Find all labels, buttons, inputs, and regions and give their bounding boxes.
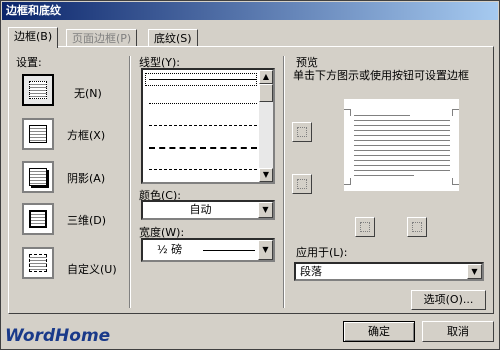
- shadow-border-icon: [29, 168, 47, 186]
- wordhome-logo: WordHome: [5, 326, 111, 346]
- chevron-down-icon[interactable]: ▼: [258, 202, 273, 218]
- line-dotted[interactable]: [149, 103, 257, 104]
- setting-3d-label: 三维(D): [67, 214, 107, 227]
- setting-custom-button[interactable]: [22, 247, 54, 279]
- options-button[interactable]: 选项(O)...: [411, 290, 486, 310]
- preview-area[interactable]: [344, 99, 459, 191]
- preview-hint: 单击下方图示或使用按钮可设置边框: [293, 69, 469, 82]
- no-border-icon: [29, 81, 47, 99]
- left-border-button[interactable]: [355, 217, 375, 237]
- tab-shading[interactable]: 底纹(S): [148, 29, 198, 47]
- separator-right: [283, 56, 285, 308]
- settings-heading: 设置:: [16, 56, 42, 69]
- line-dash-dot[interactable]: [149, 125, 257, 126]
- right-border-icon: [412, 222, 422, 232]
- separator-left: [129, 56, 131, 308]
- box-border-icon: [29, 125, 47, 143]
- scroll-thumb[interactable]: [259, 84, 273, 102]
- setting-3d-button[interactable]: [22, 203, 54, 235]
- setting-none-label: 无(N): [74, 87, 102, 100]
- apply-to-value: 段落: [300, 265, 322, 278]
- apply-to-label: 应用于(L):: [296, 246, 348, 259]
- tab-page-border: 页面边框(P): [66, 29, 138, 47]
- line-style-list[interactable]: ▲ ▼: [141, 68, 275, 184]
- top-border-icon: [297, 127, 307, 137]
- setting-none-button[interactable]: [22, 74, 54, 106]
- line-solid[interactable]: [149, 79, 257, 80]
- borders-and-shading-dialog: 边框和底纹 边框(B) 页面边框(P) 底纹(S) 设置: 无(N) 方框(X)…: [0, 0, 500, 350]
- setting-shadow-button[interactable]: [22, 161, 54, 193]
- color-dropdown[interactable]: 自动 ▼: [141, 200, 275, 220]
- custom-border-icon: [29, 254, 47, 272]
- right-border-button[interactable]: [407, 217, 427, 237]
- setting-custom-label: 自定义(U): [67, 263, 117, 276]
- ok-button[interactable]: 确定: [343, 321, 415, 342]
- left-border-icon: [360, 222, 370, 232]
- setting-box-button[interactable]: [22, 118, 54, 150]
- bottom-border-button[interactable]: [292, 174, 312, 194]
- color-value: 自动: [189, 203, 212, 216]
- bottom-border-icon: [297, 179, 307, 189]
- width-dropdown[interactable]: ½ 磅 ▼: [141, 238, 275, 262]
- width-line-sample: [203, 250, 255, 251]
- line-style-scrollbar[interactable]: ▲ ▼: [259, 70, 273, 182]
- dialog-title: 边框和底纹: [2, 2, 498, 20]
- top-border-button[interactable]: [292, 122, 312, 142]
- scroll-up-icon[interactable]: ▲: [259, 70, 273, 84]
- chevron-down-icon[interactable]: ▼: [467, 264, 482, 279]
- 3d-border-icon: [29, 210, 47, 228]
- setting-box-label: 方框(X): [67, 129, 106, 142]
- apply-to-dropdown[interactable]: 段落 ▼: [294, 262, 484, 281]
- scroll-down-icon[interactable]: ▼: [259, 168, 273, 182]
- chevron-down-icon[interactable]: ▼: [258, 240, 273, 260]
- setting-shadow-label: 阴影(A): [67, 172, 106, 185]
- line-long-dash[interactable]: [149, 169, 257, 170]
- cancel-button[interactable]: 取消: [422, 321, 494, 342]
- width-value: ½ 磅: [157, 243, 183, 256]
- tab-borders[interactable]: 边框(B): [8, 27, 59, 48]
- line-dashed[interactable]: [149, 147, 257, 149]
